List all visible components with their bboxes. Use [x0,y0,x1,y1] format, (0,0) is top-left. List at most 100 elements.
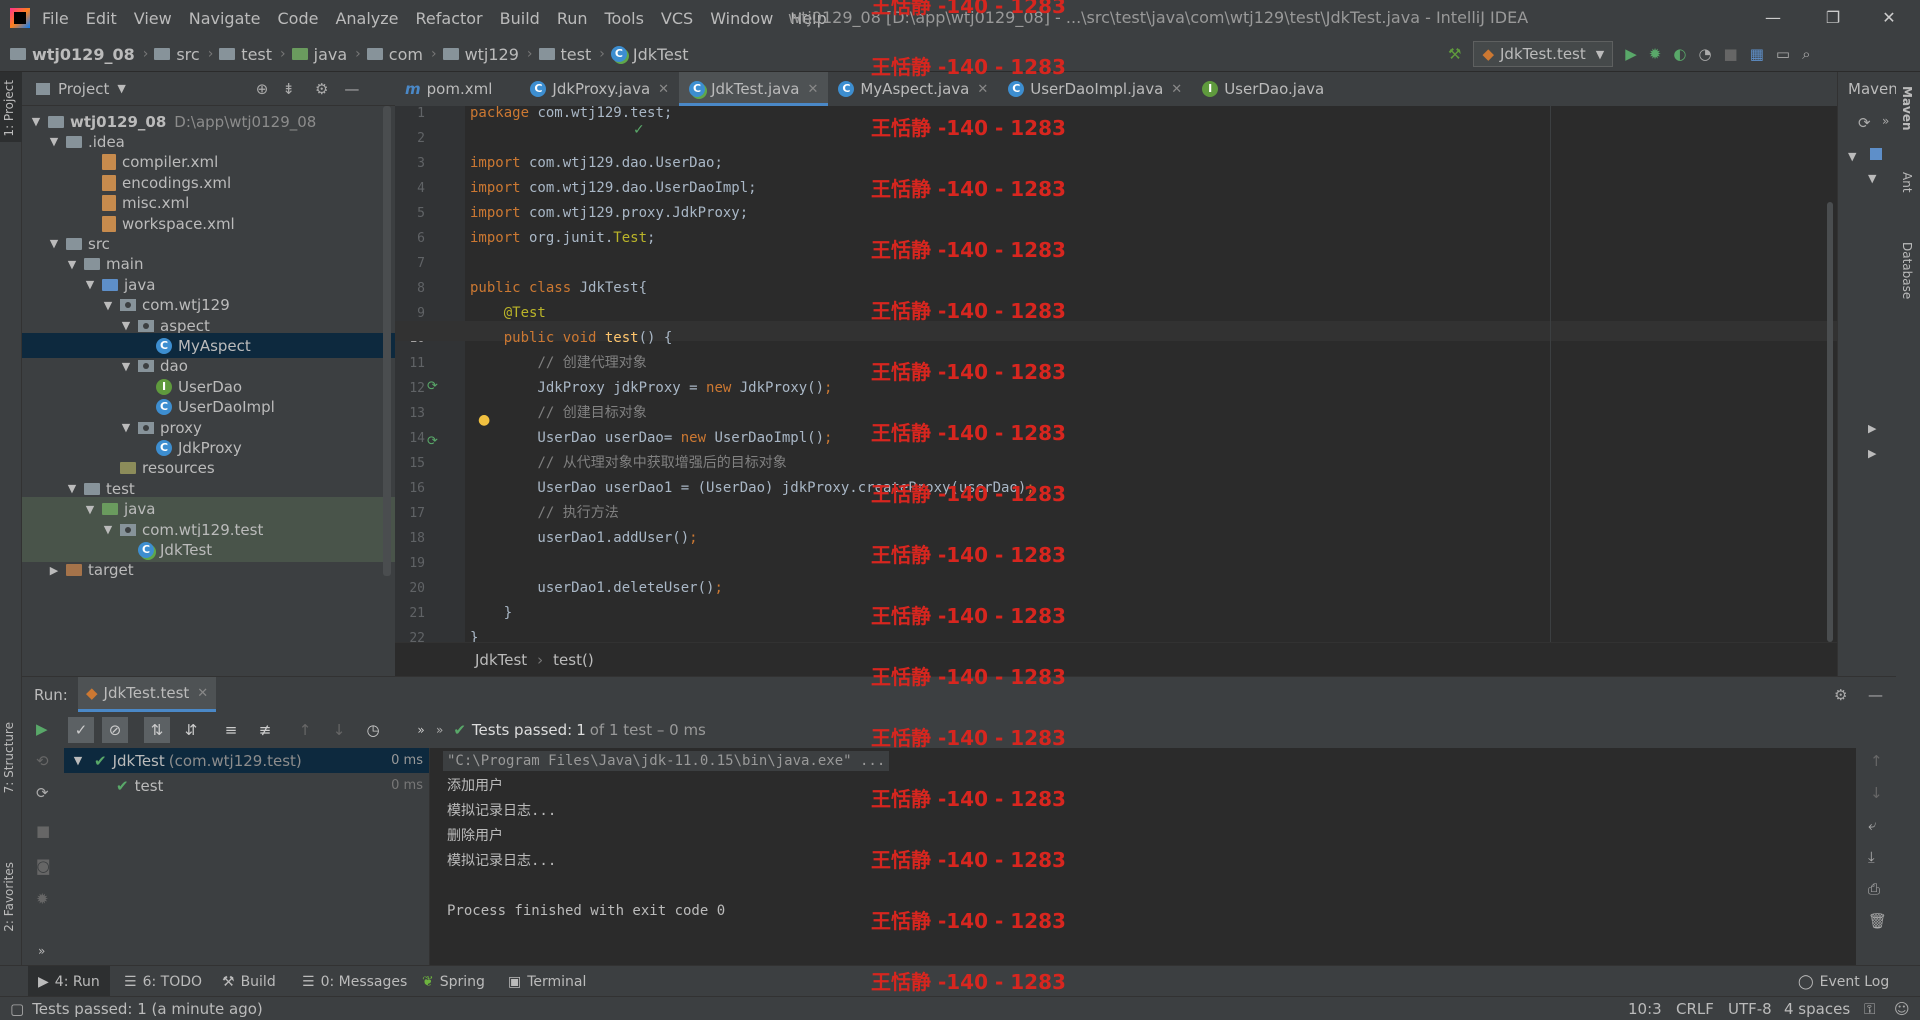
more-icon[interactable]: » [436,723,443,737]
expand-arrow-icon[interactable]: ▼ [100,523,116,536]
project-panel-title[interactable]: Project [58,80,109,98]
expand-arrow-icon[interactable]: ▼ [118,421,134,434]
profile-icon[interactable]: ◔ [1698,45,1711,63]
tab-myaspect-java[interactable]: C MyAspect.java ✕ [828,72,998,106]
menu-edit[interactable]: Edit [86,9,117,28]
run-class-gutter-icon[interactable]: ⟳ [427,379,438,394]
favorites-tool-tab[interactable]: 2: Favorites [2,862,16,932]
code-line[interactable]: // 从代理对象中获取增强后的目标对象 [470,453,786,473]
expand-arrow-icon[interactable]: ▼ [1848,150,1856,163]
run-config-selector[interactable]: ◆ JdkTest.test ▼ [1473,41,1614,67]
console-output[interactable]: "C:\Program Files\Java\jdk-11.0.15\bin\j… [430,748,1856,965]
menu-build[interactable]: Build [500,9,540,28]
close-icon[interactable]: ✕ [807,82,818,97]
expand-arrow-icon[interactable]: ▼ [46,237,62,250]
code-line[interactable]: JdkProxy jdkProxy = new JdkProxy(); [470,378,832,398]
hide-icon[interactable]: — [1868,686,1883,704]
code-area[interactable]: package com.wtj129.test; import com.wtj12… [395,103,1837,646]
todo-tool-tab[interactable]: ☰ 6: TODO [124,966,202,997]
code-line[interactable]: import org.junit.Test; [470,228,655,248]
code-line[interactable]: // 创建代理对象 [470,353,646,373]
file-encoding[interactable]: UTF-8 [1728,1000,1772,1018]
breadcrumb-item[interactable]: test [538,45,591,64]
run-tab[interactable]: ◆ JdkTest.test ✕ [78,677,217,712]
spring-tool-tab[interactable]: ❦ Spring [422,966,485,997]
close-window-icon[interactable]: ✕ [1866,0,1912,36]
build-tool-tab[interactable]: ⚒ Build [222,966,276,997]
menu-code[interactable]: Code [278,9,319,28]
lightbulb-icon[interactable]: ● [478,412,490,428]
show-passed-icon[interactable]: ✓ [68,717,94,743]
sort-alpha-icon[interactable]: ⇅ [144,717,170,743]
expand-arrow-icon[interactable]: ▼ [68,754,88,767]
code-line[interactable]: } [470,603,512,623]
collapse-all-icon[interactable]: ⇟ [282,80,295,98]
history-icon[interactable]: ◷ [360,721,386,739]
indent-setting[interactable]: 4 spaces [1784,1000,1850,1018]
menu-run[interactable]: Run [557,9,588,28]
code-line[interactable]: import com.wtj129.dao.UserDao; [470,153,723,173]
expand-arrow-icon[interactable]: ▼ [64,258,80,271]
code-line[interactable]: // 创建目标对象 [470,403,646,423]
menu-vcs[interactable]: VCS [661,9,693,28]
code-line[interactable]: @Test [470,303,546,323]
project-scrollbar[interactable] [383,106,391,576]
status-message[interactable]: Tests passed: 1 (a minute ago) [32,1000,263,1018]
expand-arrow-icon[interactable]: ▼ [82,278,98,291]
breadcrumb-class[interactable]: JdkTest [475,651,527,669]
terminal-tool-tab[interactable]: ▣ Terminal [508,966,586,997]
menu-file[interactable]: File [42,9,69,28]
print-icon[interactable]: ⎙ [1868,880,1880,898]
expand-arrow-icon[interactable]: ▼ [46,135,62,148]
lock-icon[interactable]: ⚿ [1864,1000,1875,1018]
breadcrumb-item[interactable]: test [219,45,272,64]
coverage-icon[interactable]: ◐ [1673,45,1686,63]
test-row[interactable]: ▼ ✔ JdkTest (com.wtj129.test) 0 ms [64,748,429,773]
code-line[interactable]: import com.wtj129.dao.UserDaoImpl; [470,178,757,198]
close-icon[interactable]: ✕ [658,82,669,97]
project-tool-tab[interactable]: 1: Project [2,80,16,137]
code-line[interactable]: UserDao userDao1 = (UserDao) jdkProxy.cr… [470,478,1034,498]
database-tool-tab[interactable]: Database [1900,242,1914,299]
breadcrumb-method[interactable]: test() [553,651,594,669]
locate-icon[interactable]: ⊕ [256,80,269,98]
sort-duration-icon[interactable]: ⇵ [178,721,204,739]
hide-icon[interactable]: — [344,80,359,98]
collapse-arrow-icon[interactable]: ▶ [1868,422,1876,435]
tab-pom-xml[interactable]: m pom.xml [395,72,520,106]
layout-icon[interactable]: ▭ [1776,45,1790,63]
expand-all-icon[interactable]: ≡ [218,721,244,739]
toggle-autotest-icon[interactable]: ⟳ [36,784,49,802]
panel-toggle-icon[interactable]: ▢ [10,1000,24,1018]
minimize-icon[interactable]: — [1750,0,1796,36]
expand-arrow-icon[interactable]: ▼ [82,503,98,516]
next-icon[interactable]: ↓ [326,721,352,739]
expand-arrow-icon[interactable]: ▼ [28,115,44,128]
build-hammer-icon[interactable]: ⚒ [1448,45,1461,63]
expand-arrow-icon[interactable]: ▼ [64,482,80,495]
collapse-arrow-icon[interactable]: ▶ [1868,447,1876,460]
breadcrumb-item[interactable]: java [291,45,347,64]
tab-jdkproxy-java[interactable]: C JdkProxy.java ✕ [520,72,679,106]
rerun-failed-icon[interactable]: ⟲ [36,752,49,770]
line-separator[interactable]: CRLF [1676,1000,1714,1018]
stop-icon[interactable]: ■ [36,822,50,840]
close-icon[interactable]: ✕ [197,686,208,701]
menu-navigate[interactable]: Navigate [189,9,261,28]
breadcrumb-item[interactable]: src [154,45,200,64]
tab-userdao-java[interactable]: I UserDao.java [1192,72,1352,106]
up-icon[interactable]: ↑ [1870,752,1883,770]
soft-wrap-icon[interactable]: ⤶ [1868,816,1876,834]
expand-arrow-icon[interactable]: ▼ [1868,172,1876,185]
debug-icon[interactable]: ✹ [36,890,49,908]
code-line[interactable]: package com.wtj129.test; [470,103,672,123]
close-icon[interactable]: ✕ [1171,82,1182,97]
menu-refactor[interactable]: Refactor [416,9,483,28]
trash-icon[interactable]: 🗑 [1868,912,1887,930]
run-tool-tab[interactable]: ▶ 4: Run [28,966,110,997]
gear-icon[interactable]: ⚙ [1834,686,1847,704]
run-icon[interactable]: ▶ [1625,45,1637,63]
structure-tool-tab[interactable]: 7: Structure [2,722,16,793]
menu-tools[interactable]: Tools [605,9,644,28]
tab-jdktest-java[interactable]: C JdkTest.java ✕ [679,72,829,106]
